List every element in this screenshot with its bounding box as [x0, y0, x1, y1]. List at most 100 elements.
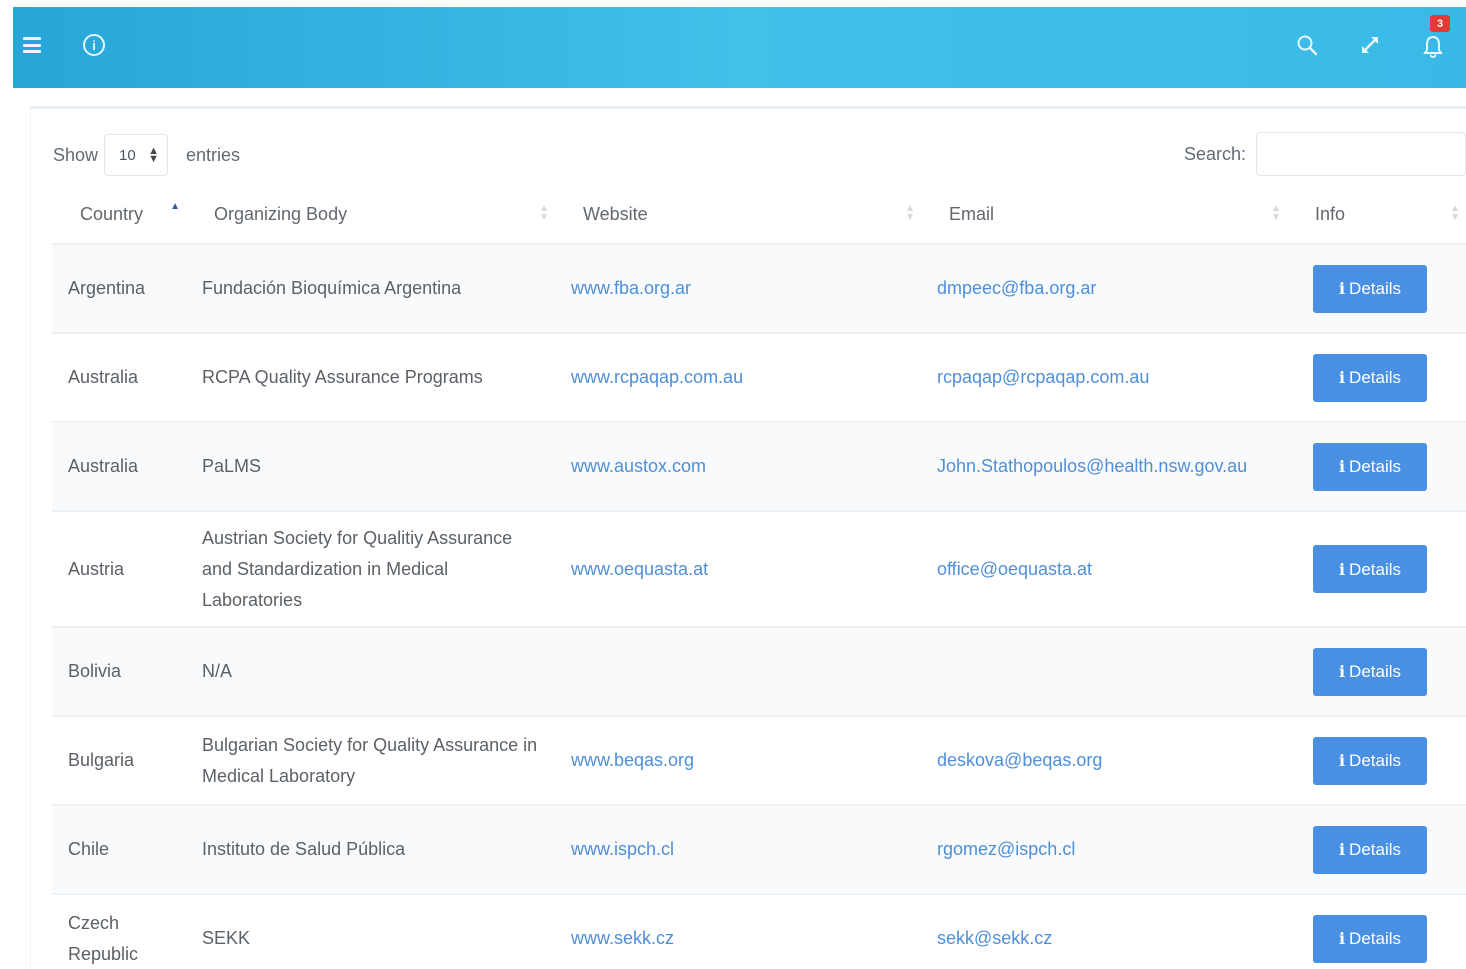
show-label: Show	[53, 144, 99, 165]
cell-country: Chile	[52, 805, 186, 895]
table-row: Bolivia N/A i Details	[52, 627, 1466, 717]
details-button[interactable]: i Details	[1313, 825, 1427, 874]
cell-website: www.sekk.cz	[555, 894, 921, 969]
info-icon[interactable]: i	[83, 34, 105, 56]
info-icon: i	[1338, 368, 1346, 387]
cell-info: i Details	[1287, 627, 1466, 717]
sort-asc-icon: ▲	[170, 201, 180, 212]
cell-organizing-body: SEKK	[186, 894, 555, 969]
page: i 3 Show 10 ▲ ▼ entries Search: Country ▲	[0, 0, 1466, 969]
cell-email	[921, 627, 1287, 717]
details-button[interactable]: i Details	[1313, 647, 1427, 696]
cell-email: sekk@sekk.cz	[921, 894, 1287, 969]
cell-email: John.Stathopoulos@health.nsw.gov.au	[921, 422, 1287, 512]
cell-website: www.beqas.org	[555, 716, 921, 806]
table-row: Australia RCPA Quality Assurance Program…	[52, 333, 1466, 423]
info-icon: i	[1338, 559, 1346, 579]
page-size-control: Show 10 ▲ ▼ entries	[53, 134, 240, 176]
expand-icon[interactable]	[1359, 34, 1381, 56]
cell-website: www.rcpaqap.com.au	[555, 333, 921, 423]
column-header-email[interactable]: Email ▲ ▼	[921, 186, 1287, 245]
cell-organizing-body: Fundación Bioquímica Argentina	[186, 244, 555, 334]
email-link[interactable]: rgomez@ispch.cl	[937, 839, 1075, 859]
column-header-info[interactable]: Info ▲ ▼	[1287, 186, 1466, 245]
email-link[interactable]: John.Stathopoulos@health.nsw.gov.au	[937, 456, 1247, 476]
info-icon: i	[1338, 929, 1346, 948]
details-button[interactable]: i Details	[1313, 914, 1427, 963]
details-button[interactable]: i Details	[1313, 353, 1427, 402]
search-icon[interactable]	[1296, 34, 1318, 56]
cell-info: i Details	[1287, 805, 1466, 895]
cell-country: Australia	[52, 333, 186, 423]
table-row: Austria Austrian Society for Qualitiy As…	[52, 511, 1466, 628]
details-button[interactable]: i Details	[1313, 736, 1427, 785]
website-link[interactable]: www.ispch.cl	[571, 839, 674, 859]
top-navbar: i	[13, 7, 1466, 88]
data-table: Country ▲ Organizing Body ▲ ▼ Website ▲ ▼ Ema…	[52, 186, 1466, 969]
details-button[interactable]: i Details	[1313, 442, 1427, 491]
cell-country: Australia	[52, 422, 186, 512]
menu-icon[interactable]	[23, 37, 41, 53]
website-link[interactable]: www.fba.org.ar	[571, 278, 691, 298]
table-row: Chile Instituto de Salud Pública www.isp…	[52, 805, 1466, 895]
cell-country: Austria	[52, 511, 186, 628]
website-link[interactable]: www.sekk.cz	[571, 928, 674, 948]
page-size-value: 10	[119, 146, 136, 164]
table-row: Czech Republic SEKK www.sekk.cz sekk@sek…	[52, 894, 1466, 969]
notification-badge: 3	[1430, 15, 1450, 32]
cell-email: dmpeec@fba.org.ar	[921, 244, 1287, 334]
info-icon: i	[1338, 751, 1346, 770]
cell-info: i Details	[1287, 511, 1466, 628]
column-header-organizing-body[interactable]: Organizing Body ▲ ▼	[186, 186, 555, 245]
table-row: Bulgaria Bulgarian Society for Quality A…	[52, 716, 1466, 806]
cell-organizing-body: PaLMS	[186, 422, 555, 512]
column-header-website[interactable]: Website ▲ ▼	[555, 186, 921, 245]
cell-country: Bolivia	[52, 627, 186, 717]
email-link[interactable]: sekk@sekk.cz	[937, 928, 1052, 948]
cell-organizing-body: Bulgarian Society for Quality Assurance …	[186, 716, 555, 806]
column-header-country[interactable]: Country ▲	[52, 186, 186, 245]
cell-email: deskova@beqas.org	[921, 716, 1287, 806]
cell-website: www.austox.com	[555, 422, 921, 512]
entries-label: entries	[186, 144, 241, 165]
cell-info: i Details	[1287, 333, 1466, 423]
info-icon: i	[1338, 279, 1346, 298]
website-link[interactable]: www.oequasta.at	[571, 559, 708, 579]
info-icon: i	[1338, 457, 1346, 476]
cell-info: i Details	[1287, 244, 1466, 334]
cell-organizing-body: Instituto de Salud Pública	[186, 805, 555, 895]
cell-website: www.ispch.cl	[555, 805, 921, 895]
sort-icon: ▲ ▼	[1271, 203, 1281, 223]
email-link[interactable]: rcpaqap@rcpaqap.com.au	[937, 367, 1149, 387]
cell-website: www.fba.org.ar	[555, 244, 921, 334]
cell-website	[555, 627, 921, 717]
details-button[interactable]: i Details	[1313, 264, 1427, 313]
cell-info: i Details	[1287, 422, 1466, 512]
cell-info: i Details	[1287, 894, 1466, 969]
search-input[interactable]	[1256, 132, 1466, 176]
cell-organizing-body: RCPA Quality Assurance Programs	[186, 333, 555, 423]
cell-organizing-body: N/A	[186, 627, 555, 717]
email-link[interactable]: deskova@beqas.org	[937, 750, 1102, 770]
table-row: Australia PaLMS www.austox.com John.Stat…	[52, 422, 1466, 512]
email-link[interactable]: office@oequasta.at	[937, 559, 1092, 579]
info-icon: i	[1338, 662, 1346, 681]
website-link[interactable]: www.austox.com	[571, 456, 706, 476]
search-control: Search:	[1184, 132, 1466, 176]
sort-icon: ▲ ▼	[539, 203, 549, 223]
cell-country: Czech Republic	[52, 894, 186, 969]
cell-info: i Details	[1287, 716, 1466, 806]
select-arrows-icon: ▲ ▼	[148, 145, 160, 165]
table-row: Argentina Fundación Bioquímica Argentina…	[52, 244, 1466, 334]
email-link[interactable]: dmpeec@fba.org.ar	[937, 278, 1096, 298]
website-link[interactable]: www.beqas.org	[571, 750, 694, 770]
bell-icon[interactable]	[1421, 34, 1445, 58]
cell-email: rcpaqap@rcpaqap.com.au	[921, 333, 1287, 423]
details-button[interactable]: i Details	[1313, 545, 1427, 593]
table-header-row: Country ▲ Organizing Body ▲ ▼ Website ▲ ▼ Ema…	[52, 186, 1466, 245]
website-link[interactable]: www.rcpaqap.com.au	[571, 367, 743, 387]
page-size-select[interactable]: 10 ▲ ▼	[104, 134, 169, 176]
cell-email: rgomez@ispch.cl	[921, 805, 1287, 895]
cell-email: office@oequasta.at	[921, 511, 1287, 628]
search-label: Search:	[1184, 143, 1247, 164]
